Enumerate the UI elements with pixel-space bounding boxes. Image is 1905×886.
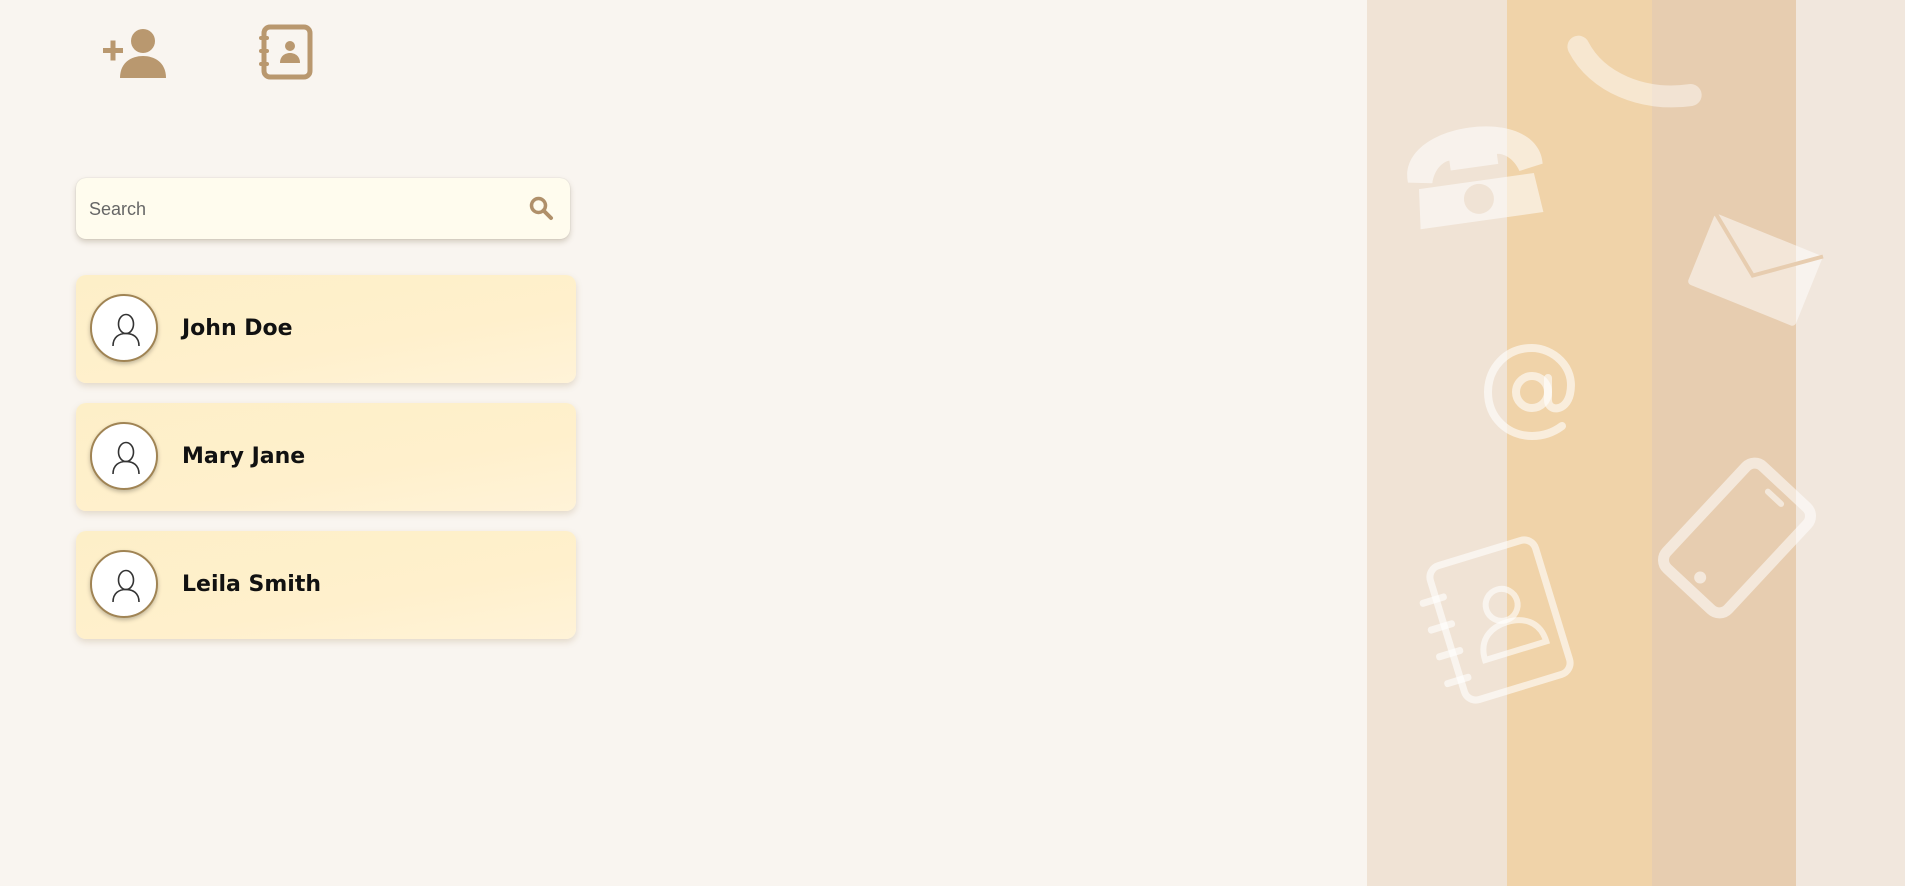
contact-list: John Doe Mary Jane Leila Smith bbox=[76, 275, 576, 659]
avatar bbox=[90, 422, 158, 490]
contact-name: Mary Jane bbox=[182, 444, 306, 469]
avatar bbox=[90, 294, 158, 362]
add-person-icon bbox=[103, 29, 166, 78]
phone-handset-icon bbox=[1567, 35, 1702, 108]
search-input[interactable] bbox=[87, 178, 511, 241]
envelope-icon bbox=[1688, 212, 1824, 326]
contact-card[interactable]: Mary Jane bbox=[76, 403, 576, 511]
address-book-icon bbox=[1419, 536, 1574, 704]
search-icon[interactable] bbox=[528, 195, 554, 221]
add-contact-button[interactable] bbox=[100, 22, 170, 82]
user-outline-icon bbox=[112, 569, 140, 603]
telephone-icon bbox=[1407, 126, 1544, 230]
contact-name: Leila Smith bbox=[182, 572, 322, 597]
contact-card[interactable]: Leila Smith bbox=[76, 531, 576, 639]
contact-card[interactable]: John Doe bbox=[76, 275, 576, 383]
decorative-panel bbox=[1367, 0, 1905, 886]
avatar bbox=[90, 550, 158, 618]
user-outline-icon bbox=[112, 313, 140, 347]
contact-name: John Doe bbox=[182, 316, 293, 341]
user-outline-icon bbox=[112, 441, 140, 475]
smartphone-icon bbox=[1658, 457, 1816, 619]
contacts-book-button[interactable] bbox=[255, 22, 317, 82]
search-bar bbox=[76, 178, 570, 241]
at-sign-icon bbox=[1483, 343, 1575, 441]
address-book-icon bbox=[259, 24, 313, 80]
